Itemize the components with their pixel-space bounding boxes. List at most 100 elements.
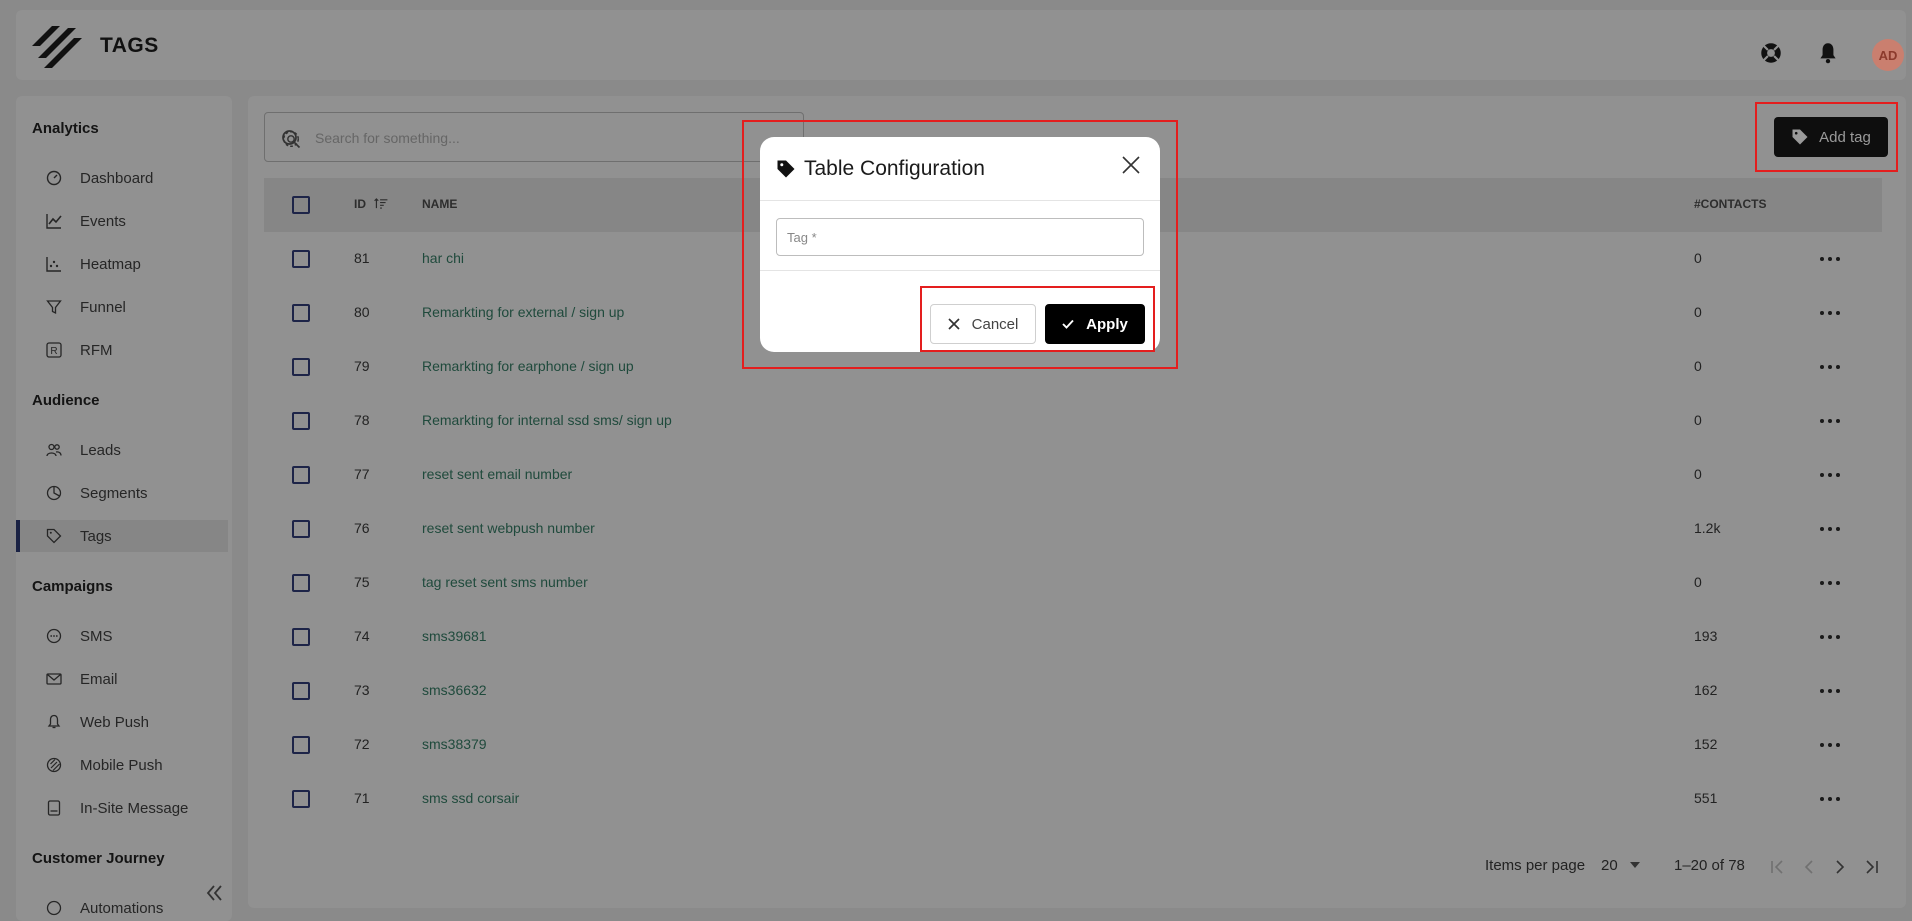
- row-checkbox[interactable]: [292, 304, 310, 322]
- sidebar-item-email[interactable]: Email: [16, 663, 228, 695]
- sms-icon: [46, 628, 62, 644]
- sidebar-item-rfm[interactable]: R RFM: [16, 334, 228, 366]
- row-id: 71: [354, 790, 370, 806]
- row-checkbox[interactable]: [292, 790, 310, 808]
- row-name-link[interactable]: sms36632: [422, 682, 487, 698]
- previous-page-icon[interactable]: [1799, 857, 1819, 877]
- sidebar-item-automations[interactable]: Automations: [16, 892, 228, 921]
- row-name-link[interactable]: sms ssd corsair: [422, 790, 519, 806]
- last-page-icon[interactable]: [1862, 857, 1882, 877]
- table-row[interactable]: 72 sms38379 152: [264, 718, 1882, 772]
- pie-chart-icon: [46, 485, 62, 501]
- table-row[interactable]: 73 sms36632 162: [264, 664, 1882, 718]
- items-per-page-select[interactable]: 20: [1601, 857, 1640, 874]
- row-name-link[interactable]: reset sent email number: [422, 466, 572, 482]
- row-contacts: 0: [1694, 304, 1702, 320]
- sidebar: Analytics Dashboard Events Heatmap Funne…: [16, 96, 232, 921]
- sidebar-item-label: Heatmap: [80, 255, 141, 273]
- more-options-icon[interactable]: [1820, 736, 1840, 754]
- tag-input[interactable]: [787, 227, 1127, 247]
- sidebar-item-label: Events: [80, 212, 126, 230]
- bell-icon[interactable]: [1815, 40, 1841, 66]
- row-checkbox[interactable]: [292, 250, 310, 268]
- sidebar-item-heatmap[interactable]: Heatmap: [16, 248, 228, 280]
- dashboard-icon: [46, 170, 62, 186]
- table-row[interactable]: 77 reset sent email number 0: [264, 448, 1882, 502]
- sidebar-item-mobile-push[interactable]: Mobile Push: [16, 749, 228, 781]
- row-name-link[interactable]: sms38379: [422, 736, 487, 752]
- check-icon: [1062, 319, 1074, 329]
- table-row[interactable]: 75 tag reset sent sms number 0: [264, 556, 1882, 610]
- row-id: 81: [354, 250, 370, 266]
- cancel-button[interactable]: Cancel: [930, 304, 1036, 344]
- close-icon[interactable]: [1120, 154, 1142, 176]
- more-options-icon[interactable]: [1820, 250, 1840, 268]
- more-options-icon[interactable]: [1820, 304, 1840, 322]
- row-id: 79: [354, 358, 370, 374]
- sidebar-item-leads[interactable]: Leads: [16, 434, 228, 466]
- sidebar-item-tags[interactable]: Tags: [16, 520, 228, 552]
- table-row[interactable]: 74 sms39681 193: [264, 610, 1882, 664]
- row-checkbox[interactable]: [292, 736, 310, 754]
- more-options-icon[interactable]: [1820, 574, 1840, 592]
- more-options-icon[interactable]: [1820, 682, 1840, 700]
- next-page-icon[interactable]: [1830, 857, 1850, 877]
- more-options-icon[interactable]: [1820, 466, 1840, 484]
- close-icon: [948, 318, 960, 330]
- table-row[interactable]: 71 sms ssd corsair 551: [264, 772, 1882, 826]
- row-id: 75: [354, 574, 370, 590]
- sidebar-item-label: Dashboard: [80, 169, 154, 187]
- row-name-link[interactable]: tag reset sent sms number: [422, 574, 588, 590]
- row-checkbox[interactable]: [292, 520, 310, 538]
- column-header-name[interactable]: NAME: [422, 197, 457, 211]
- row-name-link[interactable]: sms39681: [422, 628, 487, 644]
- row-name-link[interactable]: har chi: [422, 250, 464, 266]
- row-checkbox[interactable]: [292, 412, 310, 430]
- sidebar-item-sms[interactable]: SMS: [16, 620, 228, 652]
- row-checkbox[interactable]: [292, 358, 310, 376]
- more-options-icon[interactable]: [1820, 790, 1840, 808]
- sidebar-item-web-push[interactable]: Web Push: [16, 706, 228, 738]
- sidebar-section-audience: Audience: [32, 392, 100, 409]
- row-name-link[interactable]: Remarkting for internal ssd sms/ sign up: [422, 412, 672, 428]
- row-name-link[interactable]: Remarkting for earphone / sign up: [422, 358, 634, 374]
- search-input[interactable]: [315, 126, 715, 150]
- row-name-link[interactable]: Remarkting for external / sign up: [422, 304, 624, 320]
- row-checkbox[interactable]: [292, 466, 310, 484]
- row-checkbox[interactable]: [292, 682, 310, 700]
- automation-icon: [46, 900, 62, 916]
- chart-line-icon: [46, 214, 62, 229]
- first-page-icon[interactable]: [1767, 857, 1787, 877]
- column-header-id[interactable]: ID: [354, 197, 389, 211]
- rfm-icon: R: [46, 342, 62, 358]
- sidebar-item-in-site-message[interactable]: In-Site Message: [16, 792, 228, 824]
- apply-button[interactable]: Apply: [1045, 304, 1145, 344]
- select-all-checkbox[interactable]: [292, 196, 310, 214]
- more-options-icon[interactable]: [1820, 628, 1840, 646]
- sidebar-item-events[interactable]: Events: [16, 205, 228, 237]
- column-header-contacts[interactable]: #CONTACTS: [1694, 197, 1766, 211]
- table-row[interactable]: 78 Remarkting for internal ssd sms/ sign…: [264, 394, 1882, 448]
- sidebar-item-label: Leads: [80, 441, 121, 459]
- avatar[interactable]: AD: [1872, 39, 1904, 71]
- sidebar-item-dashboard[interactable]: Dashboard: [16, 162, 228, 194]
- sidebar-item-label: Automations: [80, 899, 164, 917]
- sidebar-section-campaigns: Campaigns: [32, 578, 113, 595]
- more-options-icon[interactable]: [1820, 358, 1840, 376]
- row-contacts: 0: [1694, 412, 1702, 428]
- sidebar-item-segments[interactable]: Segments: [16, 477, 228, 509]
- row-checkbox[interactable]: [292, 628, 310, 646]
- row-checkbox[interactable]: [292, 574, 310, 592]
- row-name-link[interactable]: reset sent webpush number: [422, 520, 595, 536]
- gear-icon[interactable]: [281, 129, 301, 149]
- items-per-page-label: Items per page: [1485, 857, 1586, 874]
- more-options-icon[interactable]: [1820, 412, 1840, 430]
- support-icon[interactable]: [1758, 40, 1784, 66]
- sidebar-item-funnel[interactable]: Funnel: [16, 291, 228, 323]
- top-header: TAGS AD: [16, 10, 1906, 80]
- more-options-icon[interactable]: [1820, 520, 1840, 538]
- sidebar-item-label: SMS: [80, 627, 113, 645]
- add-tag-button[interactable]: Add tag: [1774, 117, 1888, 157]
- logo-icon: [32, 26, 82, 68]
- table-row[interactable]: 76 reset sent webpush number 1.2k: [264, 502, 1882, 556]
